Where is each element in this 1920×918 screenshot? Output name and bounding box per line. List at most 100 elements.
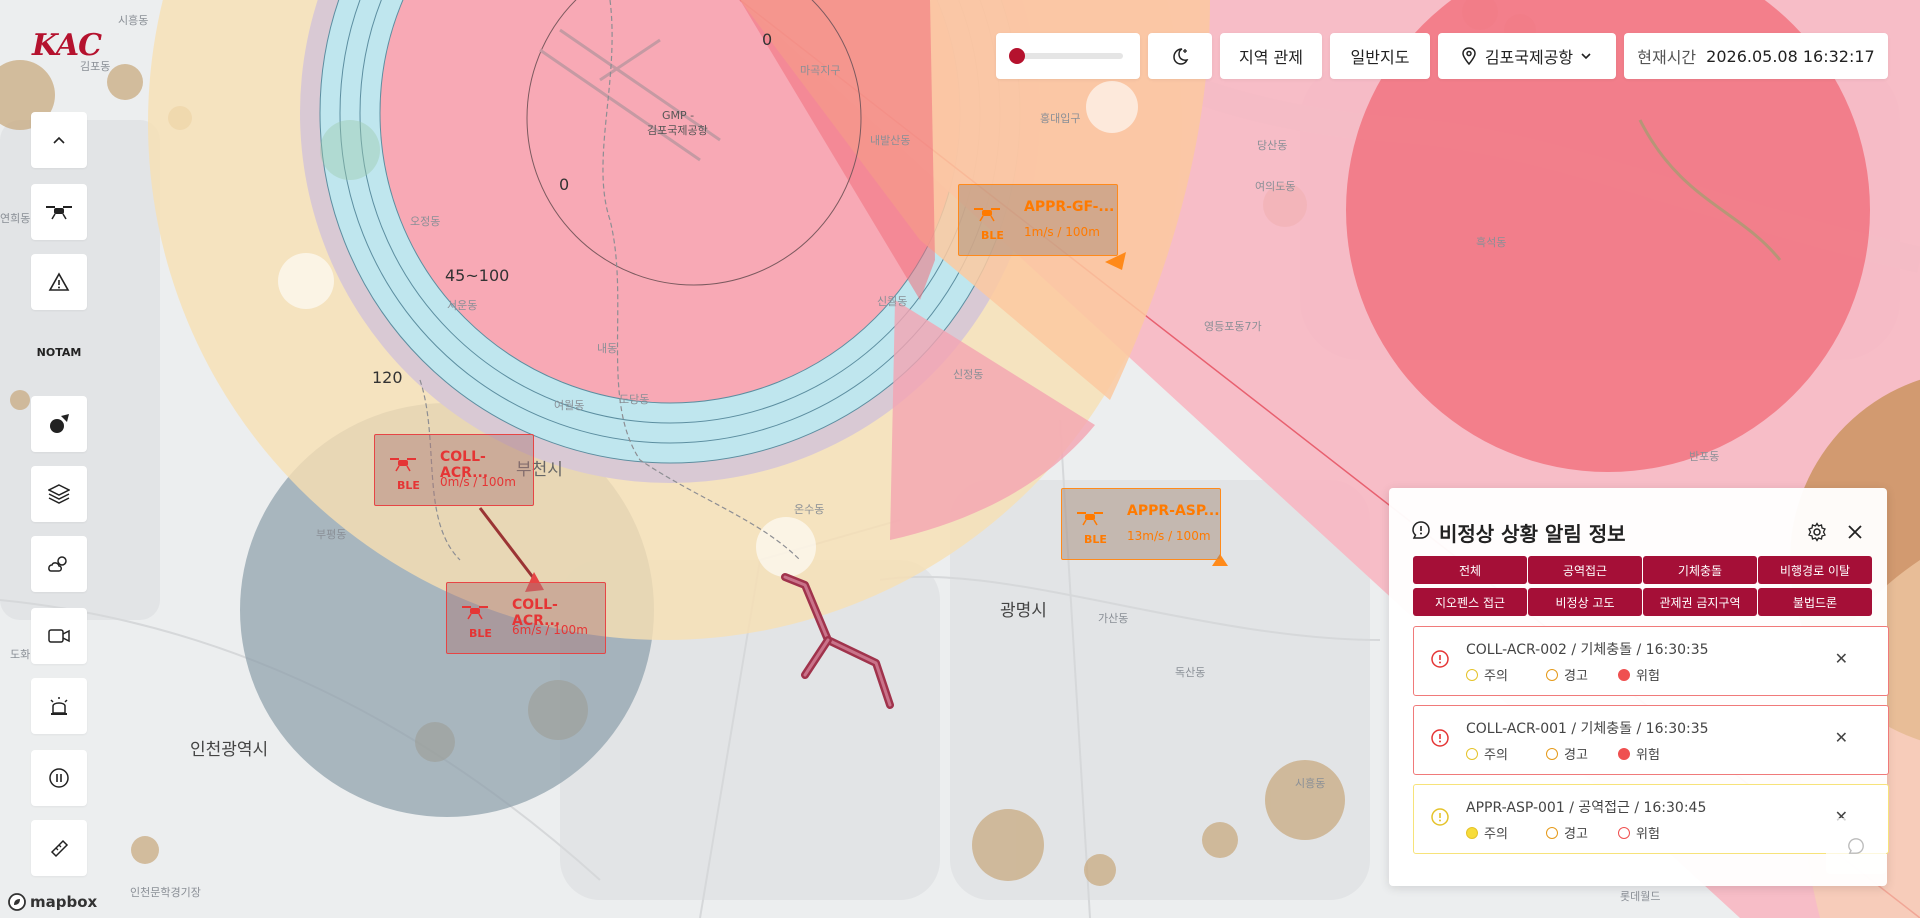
warning-button[interactable]	[31, 254, 87, 310]
level-warning: 경고	[1546, 665, 1588, 684]
alert-text: APPR-ASP-001 / 공역접근 / 16:30:45	[1466, 800, 1707, 816]
filter-illegal-drone[interactable]: 불법드론	[1758, 588, 1872, 616]
filter-geofence[interactable]: 지오펜스 접근	[1413, 588, 1527, 616]
map-label: 마곡지구	[800, 64, 841, 77]
drone-marker[interactable]: BLE COLL-ACR... 0m/s / 100m	[374, 434, 534, 506]
drone-name: APPR-ASP...	[1127, 503, 1220, 519]
filter-route-deviation[interactable]: 비행경로 이탈	[1758, 556, 1872, 584]
map-label: 시흥동	[118, 14, 149, 27]
drone-speed: 13m/s / 100m	[1127, 529, 1211, 543]
map-label: 독산동	[1175, 666, 1206, 679]
drone-icon	[46, 206, 72, 220]
siren-icon	[50, 697, 68, 715]
map-label: 신정동	[953, 368, 984, 381]
level-warning: 경고	[1546, 744, 1588, 763]
map-label: 가산동	[1098, 612, 1129, 625]
map-label: 영등포동7가	[1204, 320, 1262, 333]
drone-button[interactable]	[31, 184, 87, 240]
map-label: 신월동	[877, 295, 908, 308]
map-label: 연희동	[0, 212, 31, 225]
weather-icon	[48, 556, 67, 572]
mapbox-logo-icon	[8, 893, 26, 911]
ble-badge: BLE	[469, 627, 492, 640]
basemap-button[interactable]: 일반지도	[1330, 33, 1430, 79]
drone-icon	[1077, 512, 1103, 526]
drone-icon	[974, 208, 1000, 222]
plane-zone-icon	[50, 414, 69, 433]
map-label: 인천문학경기장	[130, 886, 201, 899]
collapse-up-button[interactable]	[31, 112, 87, 168]
city-label: 인천광역시	[190, 740, 269, 760]
notam-label: NOTAM	[36, 345, 82, 359]
ble-badge: BLE	[397, 479, 420, 492]
map-label: 내동	[597, 342, 618, 355]
airport-label: 김포국제공항	[647, 124, 708, 137]
alert-text: COLL-ACR-002 / 기체충돌 / 16:30:35	[1466, 642, 1709, 658]
location-pin-icon	[1462, 47, 1476, 65]
ruler-button[interactable]	[31, 820, 87, 876]
drone-marker[interactable]: BLE COLL-ACR... 6m/s / 100m	[446, 582, 606, 654]
drone-icon	[390, 458, 416, 472]
map-label: 반포동	[1689, 450, 1720, 463]
region-control-label: 지역 관제	[1239, 48, 1303, 67]
level-caution: 주의	[1466, 665, 1508, 684]
chevron-up-icon	[53, 136, 65, 144]
slider-track[interactable]	[1009, 48, 1123, 64]
level-danger: 위험	[1618, 823, 1660, 842]
dismiss-alert-button[interactable]: ✕	[1835, 728, 1848, 747]
current-time-label: 현재시간	[1637, 48, 1697, 67]
slider-thumb[interactable]	[1009, 48, 1025, 64]
map-label: 여월동	[554, 399, 585, 412]
panel-title: 비정상 상황 알림 정보	[1439, 522, 1626, 546]
filter-airspace-approach[interactable]: 공역접근	[1528, 556, 1642, 584]
abnormal-alert-panel: 비정상 상황 알림 정보 전체 공역접근 기체충돌 비행경로 이탈 지오펜스 접…	[1389, 488, 1889, 886]
dismiss-alert-button[interactable]: ✕	[1835, 649, 1848, 668]
kac-logo: KAC	[32, 28, 102, 63]
alert-circle-icon	[1412, 521, 1430, 539]
drone-name: APPR-GF-...	[1024, 199, 1115, 215]
filter-abnormal-altitude[interactable]: 비정상 고도	[1528, 588, 1642, 616]
region-control-button[interactable]: 지역 관제	[1220, 33, 1322, 79]
drone-marker[interactable]: BLE APPR-GF-... 1m/s / 100m	[958, 184, 1118, 256]
drone-speed: 6m/s / 100m	[512, 623, 588, 637]
filter-all[interactable]: 전체	[1413, 556, 1527, 584]
city-label: 광명시	[1000, 601, 1047, 621]
level-danger: 위험	[1618, 744, 1660, 763]
opacity-slider[interactable]	[996, 33, 1140, 79]
filter-collision[interactable]: 기체충돌	[1643, 556, 1757, 584]
weather-button[interactable]	[31, 536, 87, 592]
alert-item[interactable]: APPR-ASP-001 / 공역접근 / 16:30:45 주의 경고 위험 …	[1413, 784, 1889, 854]
no-fly-button[interactable]	[31, 396, 87, 452]
map-label: 내발산동	[870, 134, 911, 147]
mapbox-attribution[interactable]: mapbox	[8, 893, 97, 911]
map-label: 흑석동	[1476, 236, 1507, 249]
zone-label: 0	[559, 175, 570, 194]
ble-badge: BLE	[981, 229, 1004, 242]
map-label: 서운동	[447, 299, 478, 312]
alert-item[interactable]: COLL-ACR-001 / 기체충돌 / 16:30:35 주의 경고 위험 …	[1413, 705, 1889, 775]
current-time: 현재시간 2026.05.08 16:32:17	[1624, 33, 1888, 79]
floating-alert-button[interactable]	[1826, 818, 1886, 874]
alarm-button[interactable]	[31, 678, 87, 734]
filter-restricted-zone[interactable]: 관제권 금지구역	[1643, 588, 1757, 616]
airport-select[interactable]: 김포국제공항	[1438, 33, 1616, 79]
drone-speed: 0m/s / 100m	[440, 475, 516, 489]
map-label: 여의도동	[1255, 180, 1296, 193]
camera-button[interactable]	[31, 608, 87, 664]
close-icon[interactable]	[1847, 524, 1863, 540]
moon-plus-icon	[1173, 48, 1189, 65]
drone-icon	[462, 606, 488, 620]
gear-icon[interactable]	[1807, 522, 1827, 542]
map-label: 당산동	[1257, 139, 1288, 152]
airport-label: 김포국제공항	[1484, 48, 1574, 67]
layers-button[interactable]	[31, 466, 87, 522]
drone-marker[interactable]: BLE APPR-ASP... 13m/s / 100m	[1061, 488, 1221, 560]
zone-label: 45~100	[445, 266, 510, 285]
notam-button[interactable]: NOTAM	[31, 324, 87, 380]
video-camera-icon	[48, 629, 70, 643]
alert-item[interactable]: COLL-ACR-002 / 기체충돌 / 16:30:35 주의 경고 위험 …	[1413, 626, 1889, 696]
theme-toggle-button[interactable]	[1148, 33, 1212, 79]
pause-button[interactable]	[31, 750, 87, 806]
level-danger: 위험	[1618, 665, 1660, 684]
alert-circle-icon	[1848, 838, 1864, 854]
